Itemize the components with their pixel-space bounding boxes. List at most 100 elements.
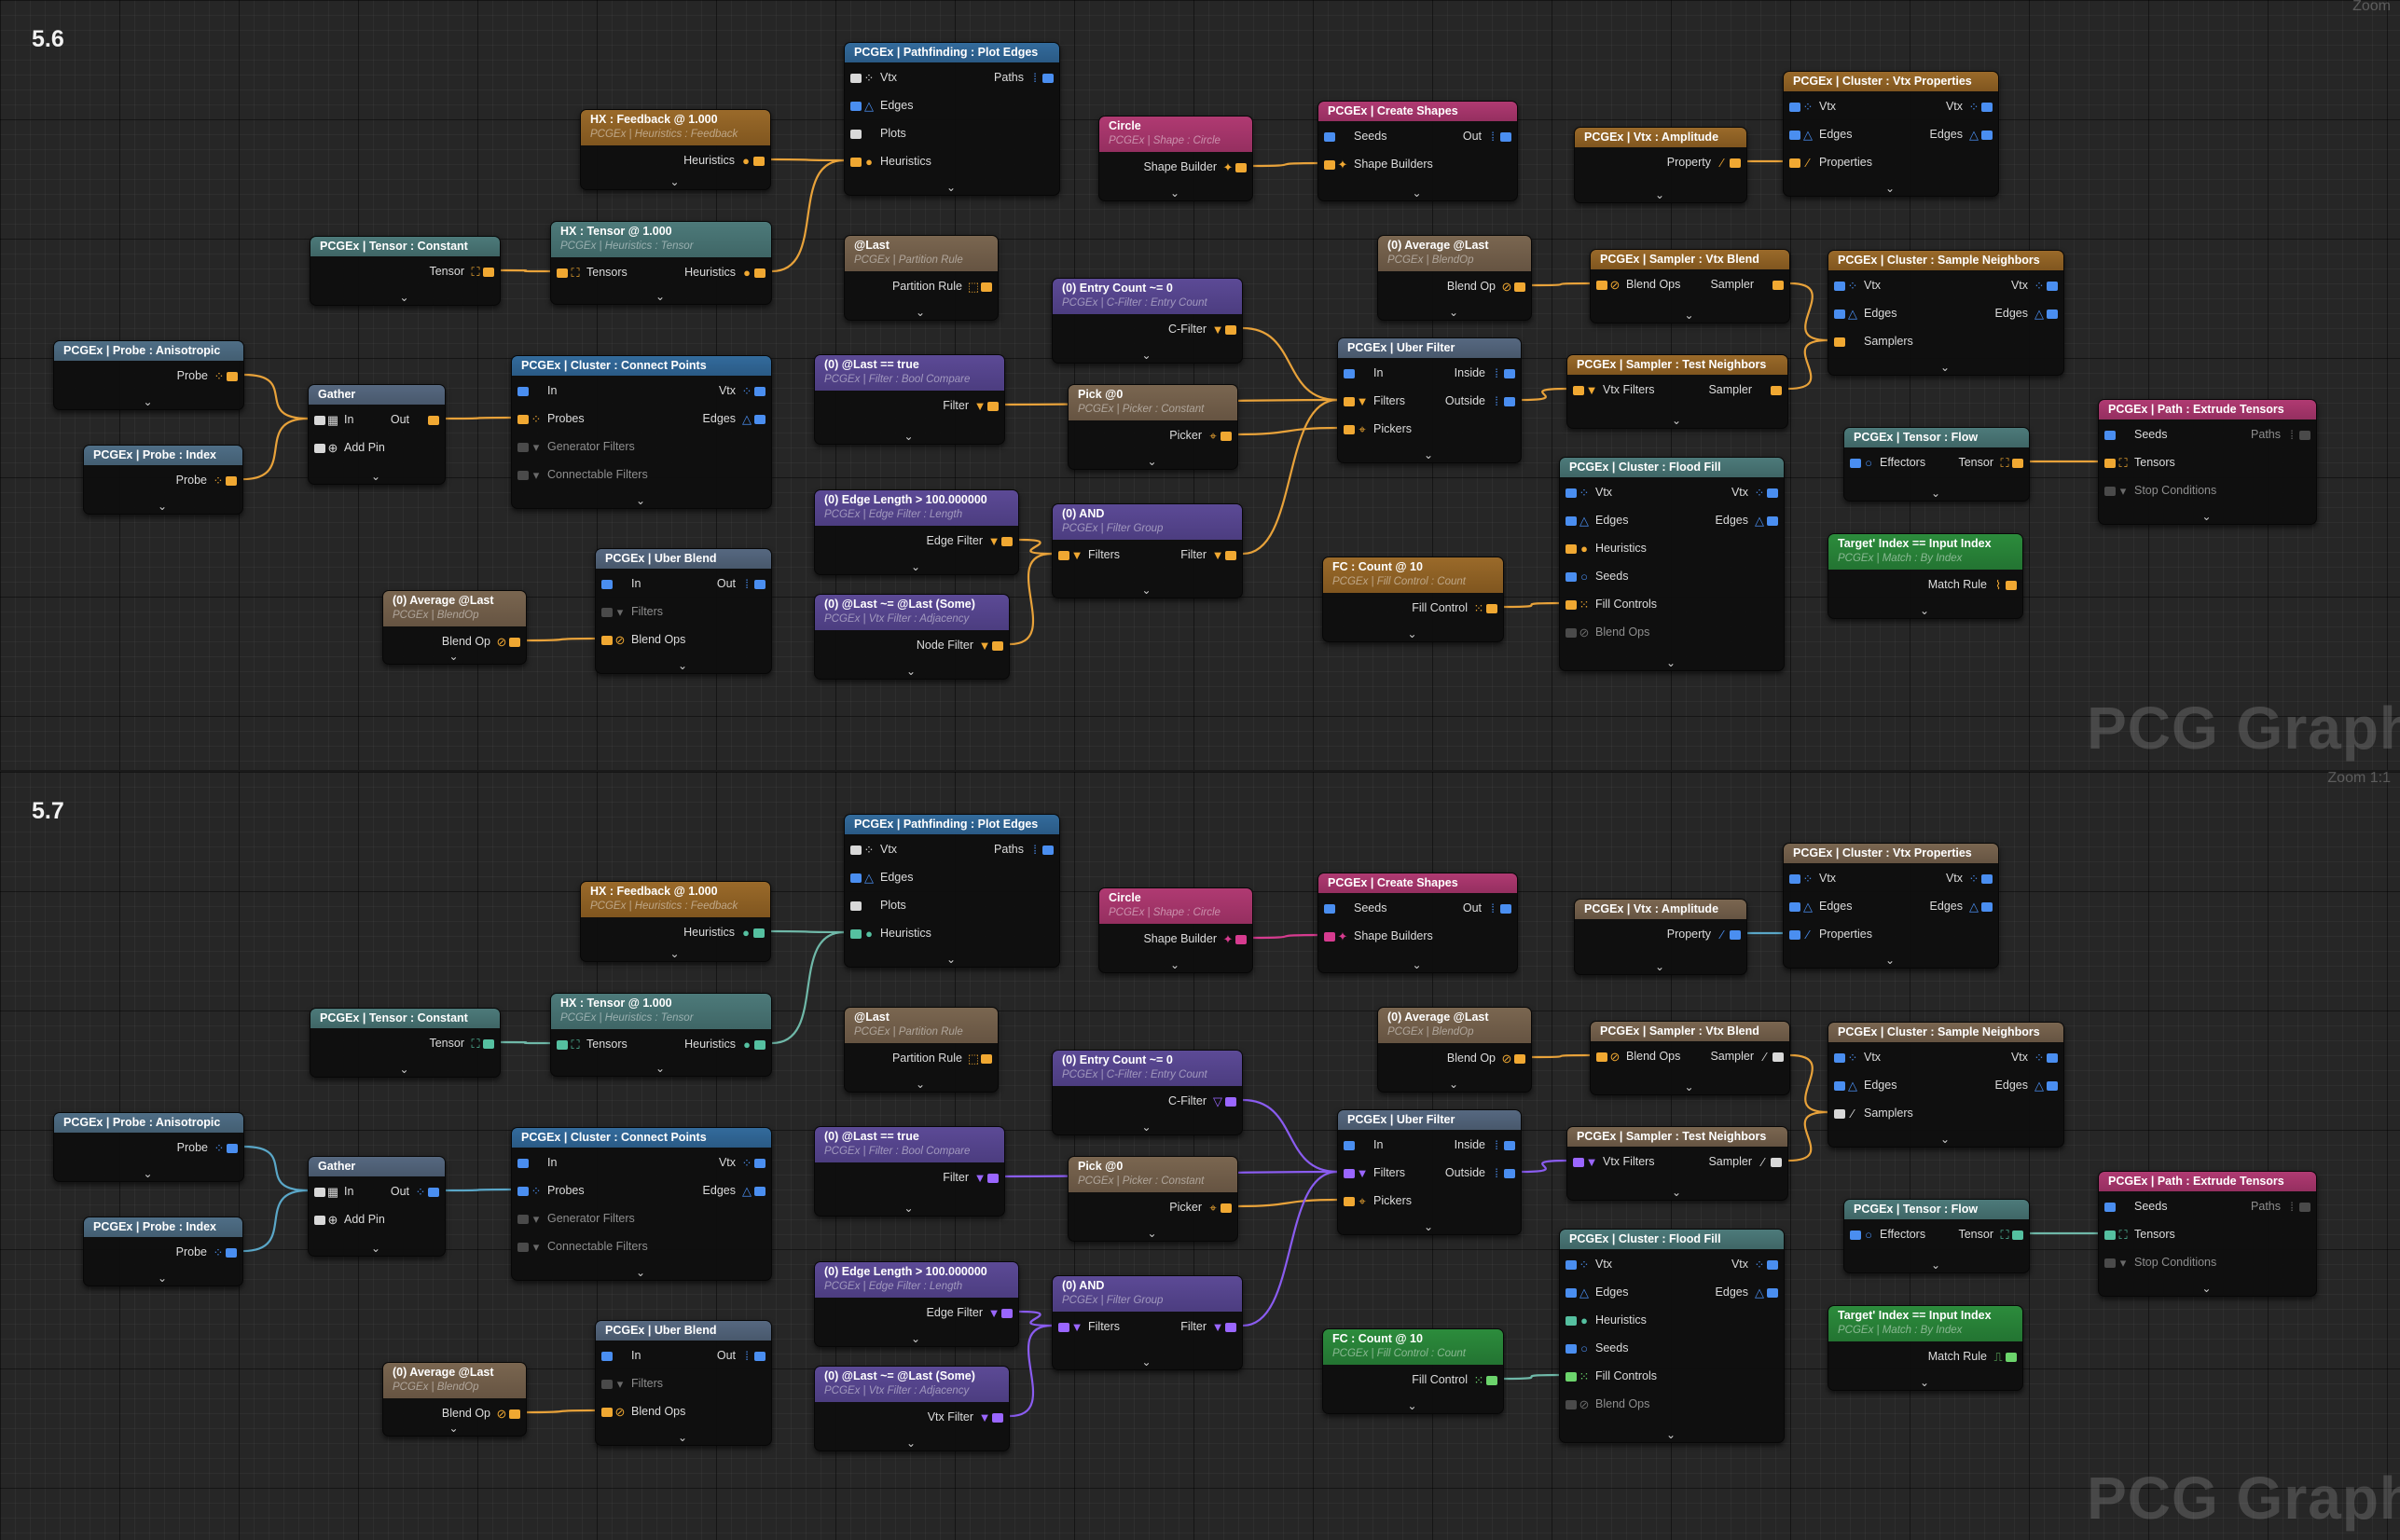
chevron-down-icon[interactable]: ⌄: [946, 953, 956, 966]
input-pin-blend-ops[interactable]: ⊘ Blend Ops: [1566, 623, 1653, 641]
node-header[interactable]: PCGEx | Cluster : Flood Fill: [1560, 1230, 1784, 1249]
output-pin-picker[interactable]: Picker ⌖: [1166, 426, 1232, 445]
pin-connector-icon[interactable]: [2047, 281, 2058, 291]
input-pin-plots[interactable]: Plots: [850, 896, 910, 914]
node-pick-0[interactable]: Pick @0 PCGEx | Picker : Constant Picker ⌖ ⌄: [1068, 384, 1238, 470]
output-pin-vtx-filter[interactable]: Vtx Filter ▼: [924, 1408, 1003, 1426]
input-pin-filters[interactable]: ▾ Filters: [601, 1374, 667, 1393]
output-pin-c-filter[interactable]: C-Filter ▼: [1165, 320, 1236, 338]
pin-connector-icon[interactable]: [2104, 430, 2116, 440]
input-pin-in[interactable]: In: [517, 1153, 560, 1172]
node-header[interactable]: Gather: [309, 385, 445, 405]
pin-connector-icon[interactable]: [1058, 1322, 1069, 1332]
node-header[interactable]: PCGEx | Probe : Index: [84, 446, 242, 465]
pin-connector-icon[interactable]: [1225, 1322, 1236, 1332]
pin-connector-icon[interactable]: [2047, 309, 2058, 319]
output-pin-tensor[interactable]: Tensor ⛶: [425, 1034, 494, 1052]
node-header[interactable]: PCGEx | Cluster : Connect Points: [512, 356, 771, 376]
output-pin-sampler[interactable]: Sampler ⁄: [1706, 1047, 1784, 1066]
node-and[interactable]: (0) AND PCGEx | Filter Group ▼ Filters Filte…: [1052, 1275, 1243, 1370]
wire-circle-to-create-shapes[interactable]: [1252, 161, 1318, 168]
wire-avg-last-a-to-uber-blend[interactable]: [526, 637, 596, 642]
chevron-down-icon[interactable]: ⌄: [1931, 1258, 1940, 1272]
pin-connector-icon[interactable]: [1324, 931, 1335, 942]
wire-edge-length-to-and[interactable]: [1018, 1310, 1053, 1327]
pin-connector-icon[interactable]: [1344, 1168, 1355, 1178]
wire-avg-last-a-to-uber-blend[interactable]: [526, 1409, 596, 1414]
chevron-down-icon[interactable]: ⌄: [946, 181, 956, 194]
pin-connector-icon[interactable]: [1324, 131, 1335, 142]
pin-connector-icon[interactable]: [226, 475, 237, 486]
node-extrude-tensors[interactable]: PCGEx | Path : Extrude Tensors Seeds ⛶ Tens…: [2098, 399, 2317, 525]
pin-connector-icon[interactable]: [1981, 873, 1993, 884]
pin-connector-icon[interactable]: [992, 640, 1003, 651]
pin-connector-icon[interactable]: [314, 415, 325, 425]
input-pin-fill-controls[interactable]: ⁙ Fill Controls: [1566, 1367, 1661, 1385]
input-pin-blend-ops[interactable]: ⊘ Blend Ops: [601, 1402, 689, 1421]
node-match-index[interactable]: Target' Index == Input Index PCGEx | Matc…: [1828, 533, 2023, 619]
node-header[interactable]: (0) AND PCGEx | Filter Group: [1053, 1276, 1242, 1312]
input-pin-filters[interactable]: ▼ Filters: [1344, 392, 1409, 410]
pin-connector-icon[interactable]: [1235, 934, 1247, 944]
pin-connector-icon[interactable]: [1596, 280, 1607, 290]
node-hx-tensor[interactable]: HX : Tensor @ 1.000 PCGEx | Heuristics : …: [550, 221, 772, 305]
output-pin-out[interactable]: Out ⁞: [713, 574, 766, 593]
output-pin-heuristics[interactable]: Heuristics ●: [681, 1035, 766, 1053]
input-pin-heuristics[interactable]: ● Heuristics: [850, 152, 935, 171]
pin-connector-icon[interactable]: [987, 401, 999, 411]
chevron-down-icon[interactable]: ⌄: [1940, 1133, 1950, 1146]
output-pin-fill-control[interactable]: Fill Control ⁙: [1408, 1370, 1497, 1389]
input-pin-probes[interactable]: ⁘ Probes: [517, 409, 588, 428]
output-pin-filter[interactable]: Filter ▼: [1177, 1317, 1236, 1336]
node-header[interactable]: (0) @Last ~= @Last (Some) PCGEx | Vtx Fil…: [815, 1367, 1009, 1402]
pin-connector-icon[interactable]: [1221, 1203, 1232, 1213]
node-header[interactable]: Pick @0 PCGEx | Picker : Constant: [1069, 1157, 1237, 1192]
pin-connector-icon[interactable]: [1486, 603, 1497, 613]
node-uber-blend[interactable]: PCGEx | Uber Blend In ▾ Filters ⊘ Blend Ops Ou…: [595, 548, 772, 674]
output-pin-paths[interactable]: Paths ⁞: [990, 840, 1054, 859]
chevron-down-icon[interactable]: ⌄: [144, 395, 153, 408]
pin-connector-icon[interactable]: [1566, 1315, 1577, 1326]
wire-hx-tensor-to-plot-edges[interactable]: [771, 158, 845, 273]
input-pin-connectable-filters[interactable]: ▾ Connectable Filters: [517, 465, 652, 484]
pin-connector-icon[interactable]: [1344, 1196, 1355, 1206]
input-pin-stop-conditions[interactable]: ▾ Stop Conditions: [2104, 1253, 2220, 1272]
pin-connector-icon[interactable]: [1834, 1080, 1845, 1091]
pin-connector-icon[interactable]: [428, 1187, 439, 1197]
pin-connector-icon[interactable]: [2006, 580, 2017, 590]
pin-connector-icon[interactable]: [1730, 158, 1741, 168]
node-header[interactable]: PCGEx | Tensor : Constant: [310, 1009, 500, 1028]
pin-connector-icon[interactable]: [1767, 1287, 1778, 1298]
chevron-down-icon[interactable]: ⌄: [1672, 1186, 1681, 1199]
chevron-down-icon[interactable]: ⌄: [1148, 1227, 1157, 1240]
node-connect-points[interactable]: PCGEx | Cluster : Connect Points In ⁘ Probe…: [511, 355, 772, 509]
pin-connector-icon[interactable]: [509, 637, 520, 647]
pin-connector-icon[interactable]: [1514, 1053, 1525, 1064]
pin-connector-icon[interactable]: [601, 1379, 613, 1389]
input-pin-in[interactable]: In: [601, 574, 644, 593]
node-header[interactable]: PCGEx | Tensor : Constant: [310, 237, 500, 256]
chevron-down-icon[interactable]: ⌄: [1920, 604, 1929, 617]
chevron-down-icon[interactable]: ⌄: [371, 1242, 380, 1255]
chevron-down-icon[interactable]: ⌄: [670, 175, 680, 188]
node-header[interactable]: PCGEx | Create Shapes: [1318, 102, 1517, 121]
pin-connector-icon[interactable]: [1772, 1052, 1784, 1062]
output-pin-edges[interactable]: Edges △: [1712, 511, 1778, 529]
input-pin-in[interactable]: In: [517, 381, 560, 400]
chevron-down-icon[interactable]: ⌄: [158, 1272, 167, 1285]
pin-connector-icon[interactable]: [1771, 1157, 1782, 1167]
output-pin-paths[interactable]: Paths ⁞: [2247, 1197, 2310, 1216]
chevron-down-icon[interactable]: ⌄: [911, 560, 920, 573]
node-header[interactable]: (0) AND PCGEx | Filter Group: [1053, 504, 1242, 540]
node-sample-neighbors[interactable]: PCGEx | Cluster : Sample Neighbors ⁘ Vtx △ E…: [1828, 1022, 2064, 1148]
node-header[interactable]: HX : Feedback @ 1.000 PCGEx | Heuristics …: [581, 110, 770, 145]
chevron-down-icon[interactable]: ⌄: [1655, 960, 1664, 973]
pin-connector-icon[interactable]: [754, 579, 766, 589]
pin-connector-icon[interactable]: [850, 873, 862, 883]
chevron-down-icon[interactable]: ⌄: [636, 1266, 645, 1279]
node-tensor-constant[interactable]: PCGEx | Tensor : Constant Tensor ⛶ ⌄: [310, 1008, 501, 1078]
pin-connector-icon[interactable]: [754, 268, 766, 278]
pin-connector-icon[interactable]: [2104, 1202, 2116, 1212]
pin-connector-icon[interactable]: [1225, 1096, 1236, 1107]
chevron-down-icon[interactable]: ⌄: [904, 1202, 914, 1215]
